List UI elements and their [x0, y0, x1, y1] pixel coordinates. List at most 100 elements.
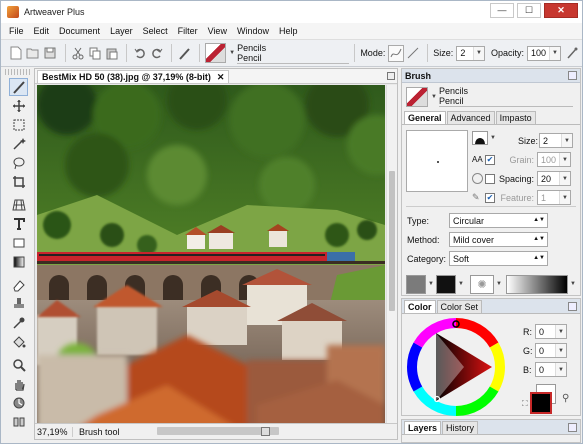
grain-field[interactable]: 100 ▼: [537, 152, 571, 167]
panel-menu-icon[interactable]: [568, 423, 577, 432]
feature-field[interactable]: 1 ▼: [537, 190, 571, 205]
chevron-down-icon[interactable]: ▼: [496, 281, 502, 287]
toolbox-grip[interactable]: [5, 69, 32, 75]
spacing-field[interactable]: 20 ▼: [537, 171, 571, 186]
vertical-scroll-thumb[interactable]: [389, 171, 395, 311]
menu-document[interactable]: Document: [54, 26, 105, 36]
tab-color[interactable]: Color: [404, 300, 436, 313]
chevron-down-icon[interactable]: ▼: [559, 153, 570, 166]
brush-preset-swatch[interactable]: [204, 43, 227, 63]
zoom-level[interactable]: 37,19%: [35, 426, 73, 437]
eyedropper-tool[interactable]: [9, 314, 28, 332]
brush-shape-icon[interactable]: [472, 131, 488, 145]
brush-selector[interactable]: Pencils Pencil: [237, 43, 350, 64]
fill-tool[interactable]: [9, 333, 28, 351]
rect-select-tool[interactable]: [9, 116, 28, 134]
chevron-down-icon[interactable]: ▼: [555, 363, 566, 376]
spacing-checkbox[interactable]: [485, 173, 495, 184]
undo-icon[interactable]: [132, 45, 147, 62]
chevron-down-icon[interactable]: ▼: [549, 46, 560, 60]
cut-icon[interactable]: [71, 45, 86, 62]
reset-colors-icon[interactable]: ⛶: [522, 399, 528, 409]
feature-checkbox[interactable]: ✔: [485, 192, 495, 203]
brush-tool[interactable]: [9, 78, 28, 96]
chevron-down-icon[interactable]: ▼: [570, 281, 576, 287]
tab-layers[interactable]: Layers: [404, 421, 442, 434]
chevron-down-icon[interactable]: ▼: [473, 46, 485, 60]
gradient-tool[interactable]: [9, 253, 28, 271]
menu-select[interactable]: Select: [138, 26, 173, 36]
menu-layer[interactable]: Layer: [105, 26, 138, 36]
mirror-tool[interactable]: [9, 413, 28, 431]
chevron-down-icon[interactable]: ▼: [490, 135, 496, 141]
menu-filter[interactable]: Filter: [173, 26, 203, 36]
chevron-down-icon[interactable]: ▼: [431, 94, 437, 100]
menu-file[interactable]: File: [4, 26, 29, 36]
sprinkle-swatch[interactable]: ✺: [470, 275, 494, 294]
brush-panel-selector[interactable]: ▼ Pencils Pencil: [406, 86, 573, 107]
brush-shape-picker[interactable]: ▼: [472, 131, 498, 145]
paper-texture-swatch[interactable]: [406, 275, 426, 294]
wand-tool[interactable]: [9, 135, 28, 153]
tab-general[interactable]: General: [404, 111, 446, 124]
grain-checkbox[interactable]: ✔: [485, 154, 495, 165]
tab-color-set[interactable]: Color Set: [436, 300, 483, 313]
canvas-image[interactable]: [37, 85, 385, 428]
chevron-down-icon[interactable]: ▼: [555, 344, 566, 357]
panel-menu-icon[interactable]: [568, 302, 577, 311]
tab-history[interactable]: History: [442, 421, 479, 434]
rotate-tool[interactable]: [9, 394, 28, 412]
tab-impasto[interactable]: Impasto: [495, 111, 536, 124]
close-button[interactable]: ✕: [544, 3, 578, 18]
chevron-down-icon[interactable]: ▼: [428, 281, 434, 287]
pattern-swatch[interactable]: [436, 275, 456, 294]
pressure-icon[interactable]: [565, 45, 580, 62]
chevron-down-icon[interactable]: ▼: [555, 325, 566, 338]
menu-edit[interactable]: Edit: [29, 26, 55, 36]
perspective-tool[interactable]: [9, 196, 28, 214]
menu-window[interactable]: Window: [232, 26, 274, 36]
new-document-icon[interactable]: [9, 45, 24, 62]
text-tool[interactable]: [9, 215, 28, 233]
chevron-down-icon[interactable]: ▼: [229, 50, 235, 56]
chevron-down-icon[interactable]: ▼: [561, 134, 572, 147]
r-field[interactable]: 0 ▼: [535, 324, 567, 339]
crop-tool[interactable]: [9, 173, 28, 191]
foreground-color-swatch[interactable]: [530, 392, 552, 414]
category-select[interactable]: Soft ▲▼: [449, 251, 548, 266]
nav-icon[interactable]: [261, 427, 270, 436]
tab-advanced[interactable]: Advanced: [446, 111, 495, 124]
save-icon[interactable]: [43, 45, 58, 62]
brush-size-field[interactable]: 2 ▼: [539, 133, 573, 148]
chevron-down-icon[interactable]: ▼: [559, 191, 570, 204]
method-select[interactable]: Mild cover ▲▼: [449, 232, 548, 247]
g-field[interactable]: 0 ▼: [535, 343, 567, 358]
copy-icon[interactable]: [88, 45, 103, 62]
shape-tool[interactable]: [9, 234, 28, 252]
menu-help[interactable]: Help: [274, 26, 303, 36]
mode-freehand-icon[interactable]: [388, 44, 404, 62]
close-icon[interactable]: ✕: [217, 72, 225, 83]
panel-menu-icon[interactable]: [568, 71, 577, 80]
document-menu-icon[interactable]: [387, 72, 395, 80]
move-tool[interactable]: [9, 97, 28, 115]
chevron-down-icon[interactable]: ▼: [458, 281, 464, 287]
maximize-button[interactable]: ☐: [517, 3, 541, 18]
minimize-button[interactable]: —: [490, 3, 514, 18]
chevron-down-icon[interactable]: ▼: [559, 172, 570, 185]
opacity-field[interactable]: 100 ▼: [527, 45, 561, 61]
menu-view[interactable]: View: [203, 26, 232, 36]
brush-tool-icon[interactable]: [177, 45, 192, 62]
b-field[interactable]: 0 ▼: [535, 362, 567, 377]
hand-tool[interactable]: [9, 375, 28, 393]
color-picker-icon[interactable]: ⚲: [562, 393, 569, 404]
mode-line-icon[interactable]: [406, 45, 421, 62]
paste-icon[interactable]: [104, 45, 119, 62]
open-folder-icon[interactable]: [26, 45, 41, 62]
eraser-tool[interactable]: [9, 276, 28, 294]
zoom-tool[interactable]: [9, 356, 28, 374]
clone-tool[interactable]: [9, 295, 28, 313]
lasso-tool[interactable]: [9, 154, 28, 172]
redo-icon[interactable]: [149, 45, 164, 62]
type-select[interactable]: Circular ▲▼: [449, 213, 548, 228]
